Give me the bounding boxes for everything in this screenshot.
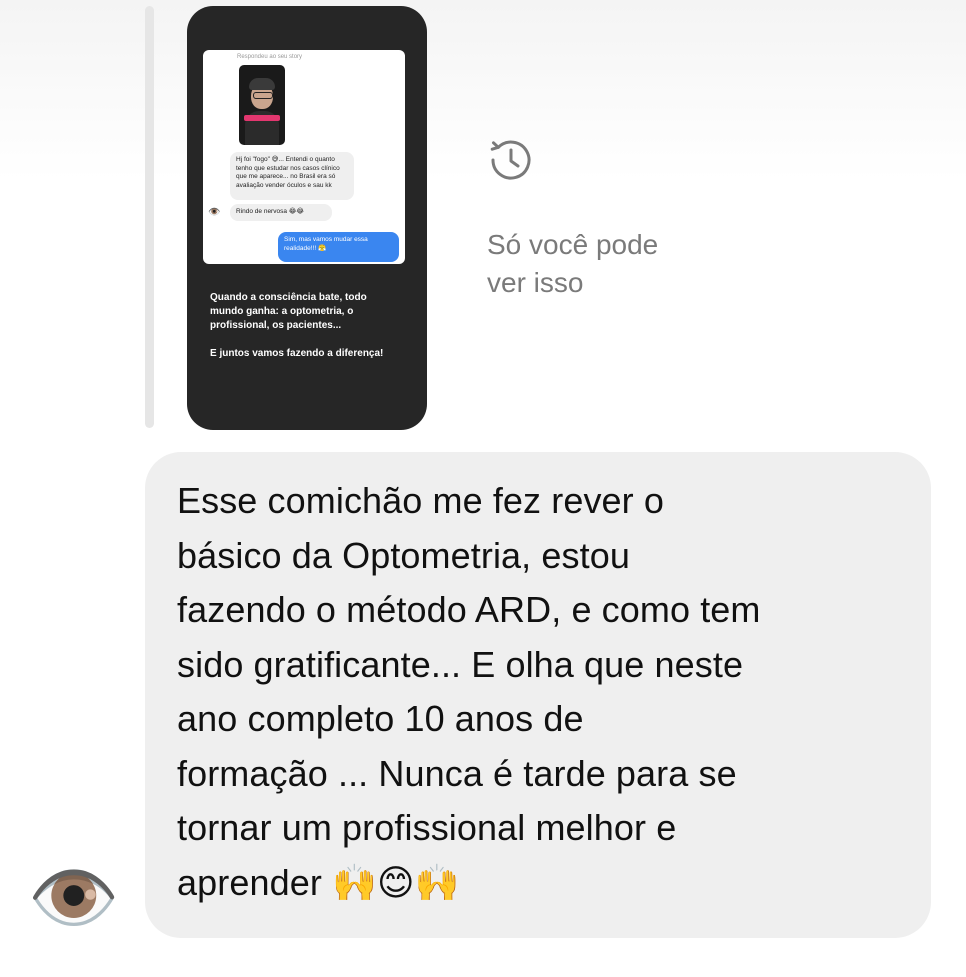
thumb-banner [244, 115, 280, 121]
inner-story-thumbnail [239, 65, 285, 145]
story-screenshot-panel: Respondeu ao seu story Hj foi "fogo" 😅..… [203, 50, 405, 264]
visibility-notice: Só você pode ver isso [487, 226, 747, 302]
caption-line: mundo ganha: a optometria, o [210, 306, 354, 317]
story-caption: Quando a consciência bate, todo mundo ga… [210, 291, 415, 361]
message-line: formação ... Nunca é tarde para se [177, 752, 737, 794]
caption-gap [210, 333, 415, 347]
thumb-glasses [253, 92, 273, 99]
message-line: tornar um profissional melhor e [177, 807, 677, 848]
message-text: Esse comichão me fez rever o básico da O… [177, 474, 897, 910]
caption-line: E juntos vamos fazendo a diferença! [210, 348, 384, 359]
inner-message: Rindo de nervosa 😂😂 [230, 204, 332, 221]
caption-line: Quando a consciência bate, todo [210, 292, 367, 303]
message-line: sido gratificante... E olha que neste [177, 643, 744, 685]
message-line: aprender [177, 861, 322, 903]
history-clock-icon [490, 140, 531, 180]
story-preview-card[interactable]: Respondeu ao seu story Hj foi "fogo" 😅..… [187, 6, 427, 430]
caption-line: profissional, os pacientes... [210, 320, 342, 331]
message-line: Esse comichão me fez rever o [177, 480, 664, 521]
inner-reply-label: Respondeu ao seu story [237, 54, 303, 60]
message-line: fazendo o método ARD, e como tem [177, 589, 761, 630]
visibility-line: Só você pode [487, 229, 659, 260]
message-emojis: 🙌😊🙌 [332, 861, 460, 903]
message-last-line: aprender 🙌😊🙌 [177, 856, 897, 911]
inner-message: Hj foi "fogo" 😅... Entendi o quanto tenh… [230, 152, 354, 200]
inner-message-mine: Sim, mas vamos mudar essa realidade!!! 😤 [278, 232, 399, 262]
message-bubble[interactable]: Esse comichão me fez rever o básico da O… [145, 452, 931, 938]
reply-indicator-bar [145, 6, 154, 428]
thumb-hair [249, 78, 275, 90]
inner-avatar-eye-icon: 👁️ [208, 207, 221, 218]
message-line: ano completo 10 anos de [177, 698, 584, 739]
visibility-line: ver isso [487, 267, 584, 298]
sender-avatar-eye-icon[interactable]: 👁️ [22, 858, 126, 938]
message-line: básico da Optometria, estou [177, 534, 630, 576]
